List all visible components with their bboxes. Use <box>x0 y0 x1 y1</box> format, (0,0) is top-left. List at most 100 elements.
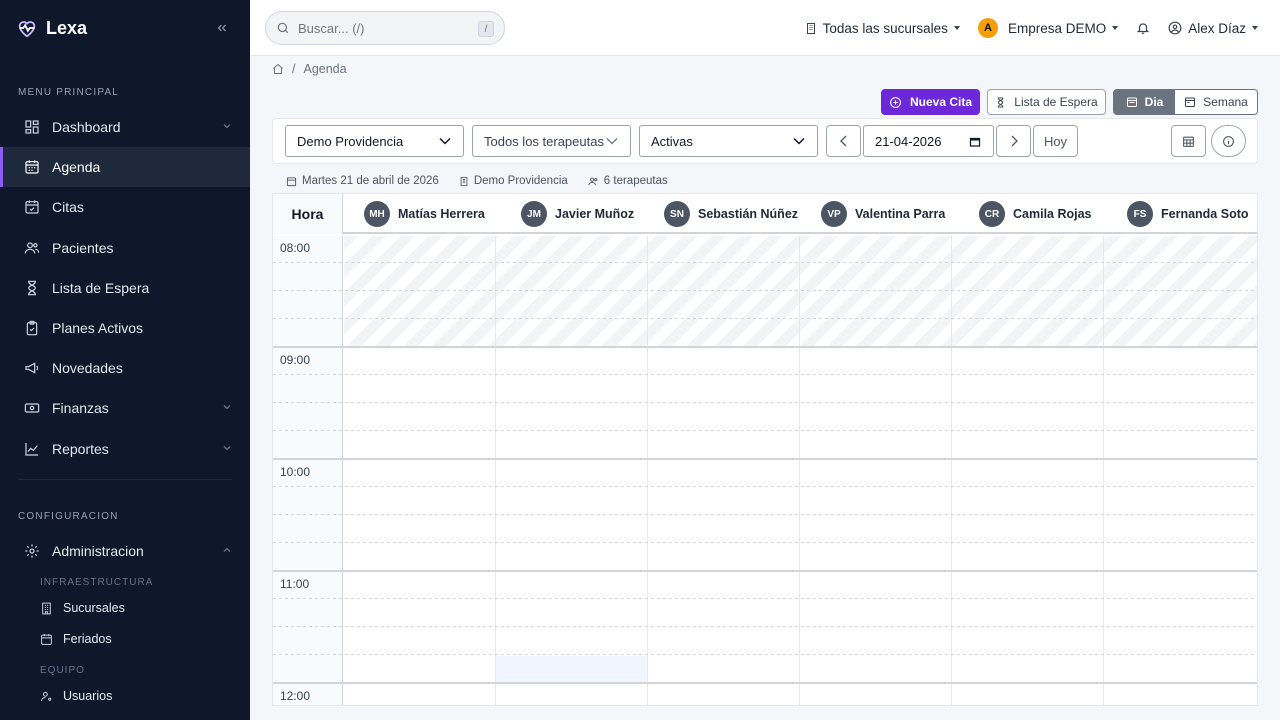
sidebar-subitem-usuarios[interactable]: Usuarios <box>40 689 112 703</box>
topbar: / Todas las sucursales A Empresa DEMO Al… <box>250 0 1280 56</box>
sidebar: Lexa MENU PRINCIPAL Dashboard Agenda Cit… <box>0 0 250 720</box>
user-circle-icon <box>1168 21 1182 35</box>
branch-select-value: Demo Providencia <box>297 133 404 149</box>
slot-line <box>273 430 1257 431</box>
sidebar-divider <box>18 479 232 480</box>
today-button[interactable]: Hoy <box>1033 125 1078 157</box>
therapist-column[interactable] <box>344 236 496 705</box>
brand[interactable]: Lexa <box>16 14 87 42</box>
breadcrumb-current: Agenda <box>303 62 347 76</box>
topbar-right: Todas las sucursales A Empresa DEMO Alex… <box>805 0 1258 56</box>
therapist-column[interactable] <box>800 236 952 705</box>
therapist-header[interactable]: FS Fernanda Soto <box>1127 194 1249 234</box>
caret-down-icon <box>1112 26 1119 30</box>
therapist-select[interactable]: Todos los terapeutas <box>472 125 631 157</box>
sidebar-subitem-feriados[interactable]: Feriados <box>40 632 112 646</box>
users-icon <box>24 242 40 254</box>
plus-circle-icon <box>890 96 901 108</box>
info-icon <box>1223 135 1234 147</box>
view-day-label: Dia <box>1144 95 1164 109</box>
chevron-down-icon <box>223 405 231 410</box>
view-day-button[interactable]: Dia <box>1114 90 1175 114</box>
calendar-grid-icon <box>25 160 39 174</box>
search-box[interactable]: / <box>265 11 505 45</box>
slot-line <box>273 290 1257 291</box>
slot-line <box>273 262 1257 263</box>
sidebar-item-citas[interactable]: Citas <box>0 187 250 227</box>
view-week-button[interactable]: Semana <box>1175 90 1257 114</box>
home-icon[interactable] <box>272 63 284 75</box>
chevron-down-icon <box>439 137 451 145</box>
hour-label: 10:00 <box>280 465 311 479</box>
calendar-week-icon <box>1185 97 1196 107</box>
company-avatar: A <box>977 18 998 38</box>
branch-selector-label: Todas las sucursales <box>822 20 948 36</box>
info-button[interactable] <box>1211 125 1246 157</box>
sidebar-item-agenda[interactable]: Agenda <box>0 147 250 187</box>
new-appointment-button[interactable]: Nueva Cita <box>881 89 980 115</box>
date-input[interactable]: 21-04-2026 <box>863 125 994 157</box>
status-select-value: Activas <box>651 133 693 149</box>
status-select[interactable]: Activas <box>639 125 818 157</box>
meta-branch-text: Demo Providencia <box>473 175 568 187</box>
hour-label: 12:00 <box>280 689 311 703</box>
branch-select[interactable]: Demo Providencia <box>285 125 464 157</box>
heart-pulse-icon <box>18 21 36 38</box>
sidebar-subitem-sucursales[interactable]: Sucursales <box>40 601 125 615</box>
branch-selector[interactable]: Todas las sucursales <box>805 21 960 36</box>
hour-label: 08:00 <box>280 241 311 255</box>
user-menu[interactable]: Alex Díaz <box>1168 21 1258 36</box>
sidebar-item-planes[interactable]: Planes Activos <box>0 308 250 348</box>
sidebar-item-reportes[interactable]: Reportes <box>0 429 250 469</box>
therapist-header[interactable]: CR Camila Rojas <box>979 194 1092 234</box>
sidebar-item-label: Lista de Espera <box>52 280 150 296</box>
view-week-label: Semana <box>1203 95 1248 109</box>
company-selector[interactable]: A Empresa DEMO <box>977 18 1119 38</box>
search-icon <box>277 22 289 34</box>
sidebar-subitem-label: Sucursales <box>63 601 125 615</box>
prev-day-button[interactable] <box>826 125 861 157</box>
line-chart-icon <box>25 443 38 456</box>
brand-name: Lexa <box>46 17 88 38</box>
sidebar-item-label: Novedades <box>52 360 123 376</box>
therapist-column[interactable] <box>952 236 1104 705</box>
today-label: Hoy <box>1043 133 1068 149</box>
therapist-name: Camila Rojas <box>1013 207 1092 221</box>
sidebar-item-lista-espera[interactable]: Lista de Espera <box>0 268 250 308</box>
meta-date-text: Martes 21 de abril de 2026 <box>302 175 439 187</box>
next-day-button[interactable] <box>996 125 1031 157</box>
search-input[interactable] <box>298 20 468 36</box>
mini-calendar-button[interactable] <box>1171 125 1206 157</box>
sidebar-item-pacientes[interactable]: Pacientes <box>0 228 250 268</box>
therapist-header[interactable]: MH Matías Herrera <box>364 194 485 234</box>
bell-icon <box>1137 23 1150 34</box>
calendar-icon <box>286 176 297 186</box>
agenda-meta: Martes 21 de abril de 2026 Demo Providen… <box>286 175 668 187</box>
waitlist-button[interactable]: Lista de Espera <box>987 89 1106 115</box>
therapist-column[interactable] <box>648 236 800 705</box>
sidebar-item-label: Finanzas <box>52 400 109 416</box>
sidebar-item-administracion[interactable]: Administracion <box>0 531 250 571</box>
building-icon <box>806 22 815 34</box>
chevron-right-icon <box>1011 135 1018 147</box>
therapist-column[interactable] <box>496 236 648 705</box>
therapist-header[interactable]: VP Valentina Parra <box>821 194 945 234</box>
sidebar-item-dashboard[interactable]: Dashboard <box>0 107 250 147</box>
waitlist-label: Lista de Espera <box>1014 95 1098 109</box>
therapist-name: Matías Herrera <box>398 207 485 221</box>
sidebar-item-finanzas[interactable]: Finanzas <box>0 388 250 428</box>
avatar: FS <box>1127 201 1153 227</box>
therapist-column[interactable] <box>1104 236 1256 705</box>
slot-line <box>273 486 1257 487</box>
sidebar-item-novedades[interactable]: Novedades <box>0 348 250 388</box>
collapse-sidebar-button[interactable] <box>212 18 232 38</box>
meta-date: Martes 21 de abril de 2026 <box>286 175 439 187</box>
day-calendar: Hora MH Matías Herrera JM Javier Muñoz S… <box>272 193 1258 706</box>
user-icon <box>41 691 52 701</box>
avatar: JM <box>521 201 547 227</box>
therapist-header[interactable]: SN Sebastián Núñez <box>664 194 798 234</box>
time-column: 08:00 09:00 10:00 11:00 12:00 <box>273 236 343 705</box>
notifications-button[interactable] <box>1136 21 1150 35</box>
therapist-header[interactable]: JM Javier Muñoz <box>521 194 634 234</box>
hour-line <box>273 458 1257 460</box>
